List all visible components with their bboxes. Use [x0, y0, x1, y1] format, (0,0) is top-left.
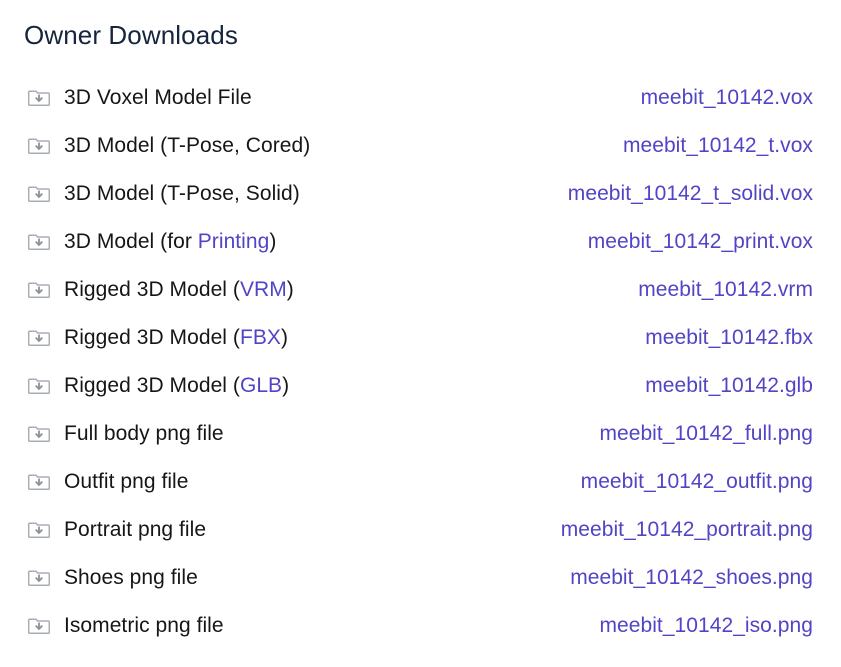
download-row-4[interactable]: Rigged 3D Model (VRM) meebit_10142.vrm — [0, 266, 841, 314]
download-row-7[interactable]: Full body png file meebit_10142_full.png — [0, 410, 841, 458]
download-filename-link-11[interactable]: meebit_10142_iso.png — [599, 613, 813, 639]
download-filename-link-2[interactable]: meebit_10142_t_solid.vox — [568, 181, 813, 207]
download-label-link[interactable]: VRM — [240, 278, 287, 301]
folder-download-icon — [28, 567, 50, 589]
download-filename-link-9[interactable]: meebit_10142_portrait.png — [561, 517, 813, 543]
download-row-5[interactable]: Rigged 3D Model (FBX) meebit_10142.fbx — [0, 314, 841, 362]
download-label: 3D Voxel Model File — [64, 86, 252, 109]
download-label-link[interactable]: GLB — [240, 374, 282, 397]
folder-download-icon — [28, 135, 50, 157]
download-label: 3D Model (T-Pose, Cored) — [64, 134, 311, 157]
download-label: Rigged 3D Model (VRM) — [64, 278, 294, 301]
folder-download-icon — [28, 279, 50, 301]
download-row-0[interactable]: 3D Voxel Model File meebit_10142.vox — [0, 74, 841, 122]
folder-download-icon — [28, 375, 50, 397]
download-filename-link-6[interactable]: meebit_10142.glb — [645, 373, 813, 399]
download-filename-link-10[interactable]: meebit_10142_shoes.png — [570, 565, 813, 591]
download-filename-link-7[interactable]: meebit_10142_full.png — [599, 421, 813, 447]
download-filename-link-4[interactable]: meebit_10142.vrm — [638, 277, 813, 303]
download-label: Rigged 3D Model (FBX) — [64, 326, 288, 349]
folder-download-icon — [28, 231, 50, 253]
download-label-link[interactable]: Printing — [198, 230, 270, 253]
download-row-1[interactable]: 3D Model (T-Pose, Cored) meebit_10142_t.… — [0, 122, 841, 170]
download-label-link[interactable]: FBX — [240, 326, 281, 349]
download-row-3[interactable]: 3D Model (for Printing) meebit_10142_pri… — [0, 218, 841, 266]
folder-download-icon — [28, 423, 50, 445]
owner-downloads-panel: Owner Downloads 3D Voxel Model File meeb… — [0, 0, 841, 667]
download-filename-link-5[interactable]: meebit_10142.fbx — [645, 325, 813, 351]
download-filename-link-1[interactable]: meebit_10142_t.vox — [623, 133, 813, 159]
download-label: Outfit png file — [64, 470, 189, 493]
download-filename-link-0[interactable]: meebit_10142.vox — [641, 85, 813, 111]
page-title: Owner Downloads — [24, 20, 238, 50]
folder-download-icon — [28, 471, 50, 493]
download-row-2[interactable]: 3D Model (T-Pose, Solid) meebit_10142_t_… — [0, 170, 841, 218]
download-label: Portrait png file — [64, 518, 207, 541]
download-filename-link-3[interactable]: meebit_10142_print.vox — [588, 229, 813, 255]
folder-download-icon — [28, 615, 50, 637]
download-label: 3D Model (T-Pose, Solid) — [64, 182, 300, 205]
download-row-9[interactable]: Portrait png file meebit_10142_portrait.… — [0, 506, 841, 554]
download-label: Shoes png file — [64, 566, 198, 589]
folder-download-icon — [28, 87, 50, 109]
download-filename-link-8[interactable]: meebit_10142_outfit.png — [581, 469, 813, 495]
download-row-8[interactable]: Outfit png file meebit_10142_outfit.png — [0, 458, 841, 506]
download-row-6[interactable]: Rigged 3D Model (GLB) meebit_10142.glb — [0, 362, 841, 410]
download-label: 3D Model (for Printing) — [64, 230, 277, 253]
downloads-list: 3D Voxel Model File meebit_10142.vox 3D … — [0, 74, 841, 650]
folder-download-icon — [28, 327, 50, 349]
download-row-11[interactable]: Isometric png file meebit_10142_iso.png — [0, 602, 841, 650]
download-label: Full body png file — [64, 422, 224, 445]
folder-download-icon — [28, 519, 50, 541]
download-label: Rigged 3D Model (GLB) — [64, 374, 290, 397]
folder-download-icon — [28, 183, 50, 205]
download-label: Isometric png file — [64, 614, 224, 637]
download-row-10[interactable]: Shoes png file meebit_10142_shoes.png — [0, 554, 841, 602]
